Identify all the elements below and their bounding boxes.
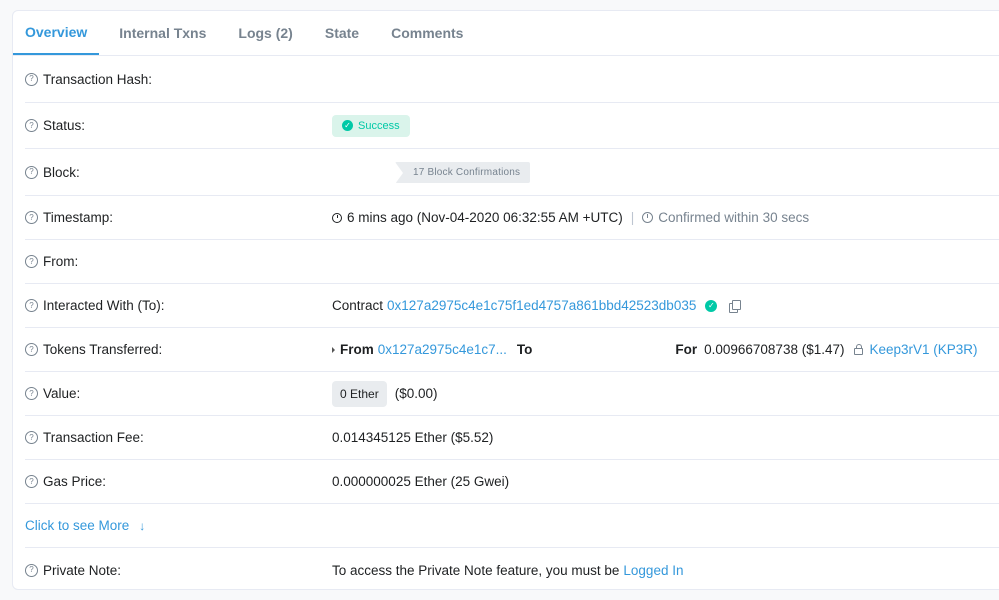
interacted-with-value: Contract 0x127a2975c4e1c75f1ed4757a861bb… — [332, 298, 742, 313]
timestamp-text: 6 mins ago (Nov-04-2020 06:32:55 AM +UTC… — [347, 210, 623, 225]
token-lock-icon — [854, 344, 864, 355]
row-status: ? Status: ✓ Success — [25, 103, 999, 149]
gas-price-text: 0.000000025 Ether (25 Gwei) — [332, 474, 510, 489]
row-label: ? From: — [25, 254, 332, 269]
row-see-more: Click to see More ↓ — [25, 504, 999, 548]
timer-icon — [642, 212, 654, 223]
ether-amount-badge: 0 Ether — [332, 380, 387, 407]
help-icon[interactable]: ? — [25, 387, 38, 400]
row-block: ? Block: 17 Block Confirmations — [25, 149, 999, 196]
transfer-to-label: To — [516, 342, 533, 357]
transaction-fee-text: 0.014345125 Ether ($5.52) — [332, 430, 494, 445]
transfer-amount: 0.00966708738 ($1.47) — [704, 342, 845, 357]
timestamp-label: Timestamp: — [43, 210, 114, 225]
transaction-hash-label: Transaction Hash: — [43, 71, 153, 87]
status-label: Status: — [43, 118, 86, 133]
clock-icon — [332, 212, 342, 223]
row-label: ? Tokens Transferred: — [25, 342, 332, 357]
interacted-with-label: Interacted With (To): — [43, 298, 165, 313]
help-icon[interactable]: ? — [25, 255, 38, 268]
from-label: From: — [43, 254, 79, 269]
transfer-for-label: For — [675, 342, 698, 357]
tab-internal-txns[interactable]: Internal Txns — [107, 11, 218, 55]
contract-prefix: Contract — [332, 298, 384, 313]
row-gas-price: ? Gas Price: 0.000000025 Ether (25 Gwei) — [25, 460, 999, 504]
tokens-transferred-value: From 0x127a2975c4e1c7... To For 0.009667… — [332, 342, 978, 357]
transaction-card: Overview Internal Txns Logs (2) State Co… — [12, 10, 999, 590]
help-icon[interactable]: ? — [25, 299, 38, 312]
row-label: ? Interacted With (To): — [25, 298, 332, 313]
help-icon[interactable]: ? — [25, 431, 38, 444]
tab-overview[interactable]: Overview — [13, 11, 100, 55]
value-value: 0 Ether ($0.00) — [332, 380, 438, 407]
transfer-from-label: From — [340, 342, 374, 357]
private-note-value: To access the Private Note feature, you … — [332, 563, 683, 578]
row-transaction-fee: ? Transaction Fee: 0.014345125 Ether ($5… — [25, 416, 999, 460]
help-icon[interactable]: ? — [25, 119, 38, 132]
row-label: ? Value: — [25, 386, 332, 401]
private-note-label: Private Note: — [43, 562, 122, 578]
row-value: ? Value: 0 Ether ($0.00) — [25, 372, 999, 416]
status-badge: ✓ Success — [332, 114, 410, 137]
contract-address-link[interactable]: 0x127a2975c4e1c75f1ed4757a861bbd42523db0… — [387, 298, 696, 313]
block-value: 17 Block Confirmations — [332, 161, 531, 184]
help-icon[interactable]: ? — [25, 475, 38, 488]
details-list: ? Transaction Hash: ? Status: ✓ Success … — [25, 56, 999, 592]
row-label: ? Private Note: — [25, 563, 332, 578]
row-label: ? Transaction Hash: — [25, 72, 332, 87]
gas-price-value: 0.000000025 Ether (25 Gwei) — [332, 474, 509, 489]
block-confirmations-badge: 17 Block Confirmations — [395, 161, 531, 184]
tab-state[interactable]: State — [313, 11, 371, 55]
help-icon[interactable]: ? — [25, 343, 38, 356]
row-label: ? Block: — [25, 165, 332, 180]
private-note-text: To access the Private Note feature, you … — [332, 562, 620, 578]
row-from: ? From: — [25, 240, 999, 284]
arrow-down-icon[interactable]: ↓ — [139, 519, 145, 533]
transaction-fee-value: 0.014345125 Ether ($5.52) — [332, 430, 493, 445]
row-label: ? Status: — [25, 118, 332, 133]
gas-price-label: Gas Price: — [43, 474, 107, 489]
row-label: ? Gas Price: — [25, 474, 332, 489]
tab-bar: Overview Internal Txns Logs (2) State Co… — [13, 11, 999, 56]
tab-logs[interactable]: Logs (2) — [226, 11, 304, 55]
caret-right-icon[interactable] — [332, 346, 335, 353]
value-label: Value: — [43, 386, 81, 401]
row-interacted-with: ? Interacted With (To): Contract 0x127a2… — [25, 284, 999, 328]
help-icon[interactable]: ? — [25, 563, 38, 577]
check-circle-icon: ✓ — [342, 120, 353, 131]
row-tokens-transferred: ? Tokens Transferred: From 0x127a2975c4e… — [25, 328, 999, 372]
tab-comments[interactable]: Comments — [379, 11, 475, 55]
status-value: ✓ Success — [332, 114, 410, 137]
row-transaction-hash: ? Transaction Hash: — [25, 56, 999, 103]
transaction-fee-label: Transaction Fee: — [43, 430, 144, 445]
see-more-link[interactable]: Click to see More — [25, 518, 129, 533]
row-timestamp: ? Timestamp: 6 mins ago (Nov-04-2020 06:… — [25, 196, 999, 240]
transfer-from-address-link[interactable]: 0x127a2975c4e1c7... — [378, 342, 507, 357]
help-icon[interactable]: ? — [25, 72, 38, 86]
logged-in-link[interactable]: Logged In — [623, 563, 683, 578]
block-label: Block: — [43, 164, 80, 180]
confirmed-within-text: Confirmed within 30 secs — [658, 210, 810, 225]
row-label: ? Timestamp: — [25, 210, 332, 225]
tokens-transferred-label: Tokens Transferred: — [43, 342, 163, 357]
copy-icon[interactable] — [729, 299, 742, 313]
separator: | — [630, 210, 635, 225]
usd-amount: ($0.00) — [394, 386, 438, 401]
help-icon[interactable]: ? — [25, 211, 38, 224]
timestamp-value: 6 mins ago (Nov-04-2020 06:32:55 AM +UTC… — [332, 210, 809, 225]
status-text: Success — [358, 119, 400, 132]
token-name-link[interactable]: Keep3rV1 (KP3R) — [869, 342, 977, 357]
verified-check-icon: ✓ — [705, 299, 718, 312]
help-icon[interactable]: ? — [25, 165, 38, 179]
row-label: ? Transaction Fee: — [25, 430, 332, 445]
row-private-note: ? Private Note: To access the Private No… — [25, 548, 999, 592]
